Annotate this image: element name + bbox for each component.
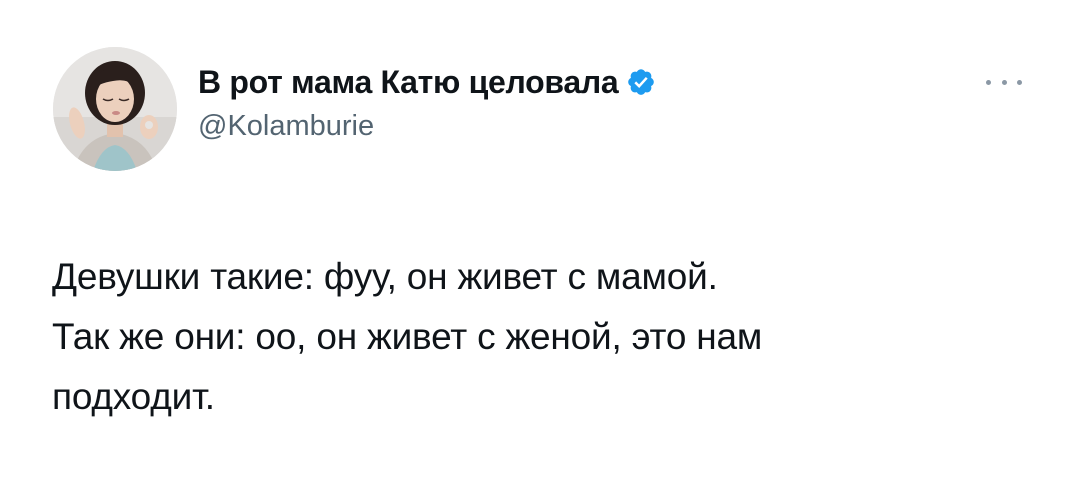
dot	[986, 79, 991, 85]
tweet-card: В рот мама Катю целовала @Kolamburie Дев…	[0, 0, 1080, 487]
dot	[1001, 79, 1007, 85]
name-row: В рот мама Катю целовала	[198, 62, 656, 102]
author-block: В рот мама Катю целовала @Kolamburie	[198, 62, 656, 143]
verified-badge-icon[interactable]	[626, 67, 656, 97]
tweet-text-line: подходит.	[52, 376, 215, 417]
display-name[interactable]: В рот мама Катю целовала	[198, 64, 619, 101]
user-handle[interactable]: @Kolamburie	[198, 110, 656, 143]
avatar[interactable]	[53, 47, 177, 171]
dot	[1017, 79, 1022, 85]
avatar-photo	[53, 47, 177, 171]
tweet-text: Девушки такие: фуу, он живет с мамой. Та…	[52, 247, 1012, 427]
tweet-text-line: Девушки такие: фуу, он живет с мамой.	[52, 256, 718, 297]
tweet-text-line: Так же они: оо, он живет с женой, это на…	[52, 316, 763, 357]
more-options-icon[interactable]	[984, 72, 1024, 92]
